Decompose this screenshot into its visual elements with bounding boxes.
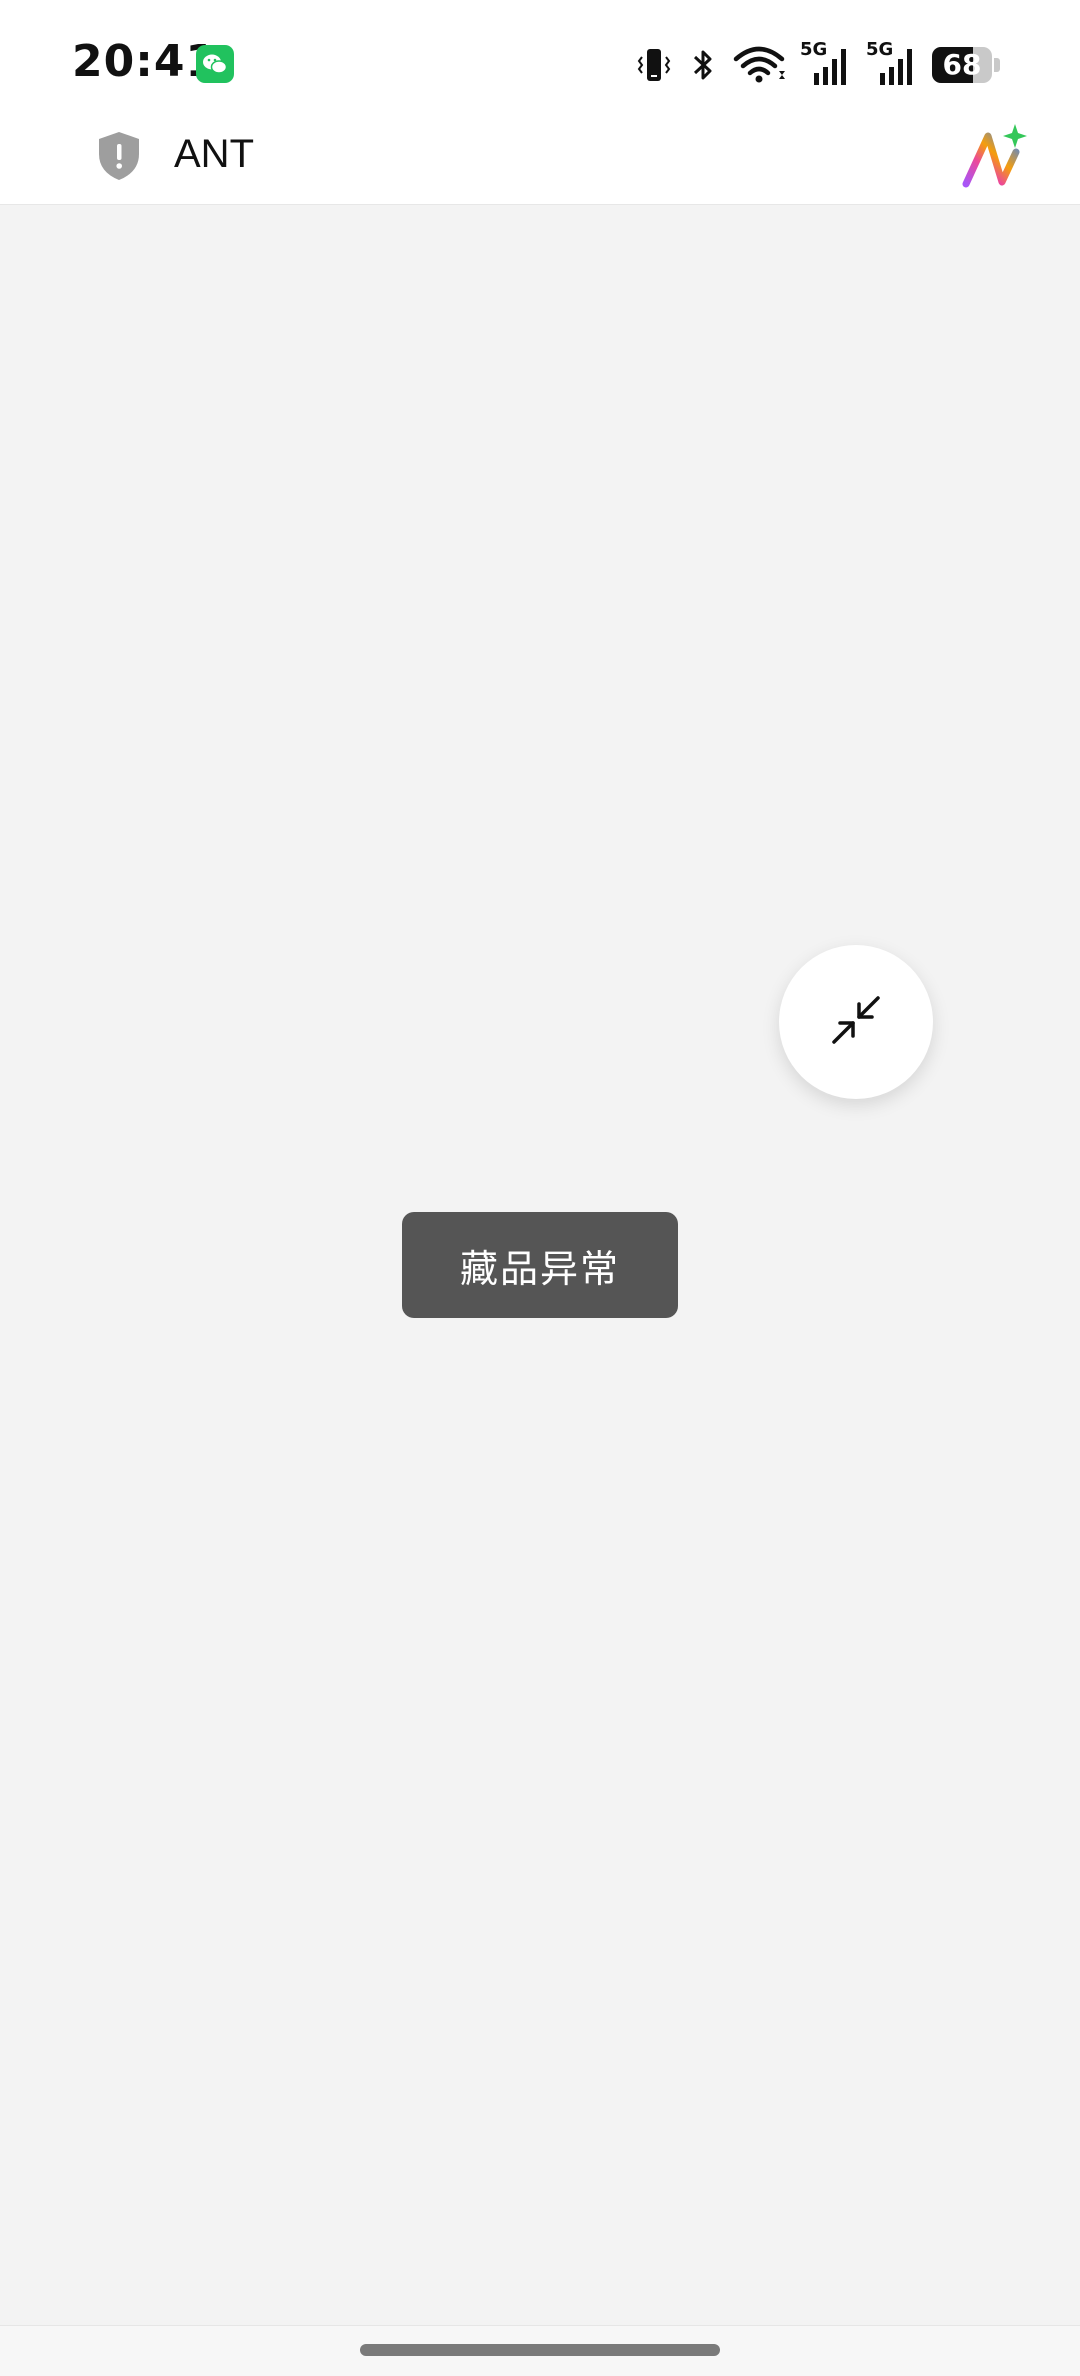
battery-icon: 68 xyxy=(932,47,1000,83)
vibrate-icon xyxy=(634,45,674,85)
bluetooth-icon xyxy=(688,45,718,85)
signal-icon: 5G xyxy=(800,39,852,87)
wifi-icon xyxy=(732,45,786,85)
status-bar: 20:41 5G 5G 68 xyxy=(0,0,1080,120)
toast-message: 藏品异常 xyxy=(402,1212,678,1318)
status-icons: 5G 5G 68 xyxy=(634,39,1000,90)
battery-level: 68 xyxy=(942,48,982,81)
gesture-nav-bar xyxy=(0,2325,1080,2376)
collapse-button[interactable] xyxy=(779,945,933,1099)
ai-sparkle-icon[interactable] xyxy=(958,122,1028,192)
home-indicator[interactable] xyxy=(360,2344,720,2356)
wechat-icon xyxy=(196,45,234,83)
collapse-arrows-icon xyxy=(826,990,886,1054)
shield-alert-icon xyxy=(96,130,142,182)
header-title: ANT xyxy=(174,132,254,176)
app-header: ANT xyxy=(0,120,1080,205)
signal-icon: 5G xyxy=(866,39,918,87)
